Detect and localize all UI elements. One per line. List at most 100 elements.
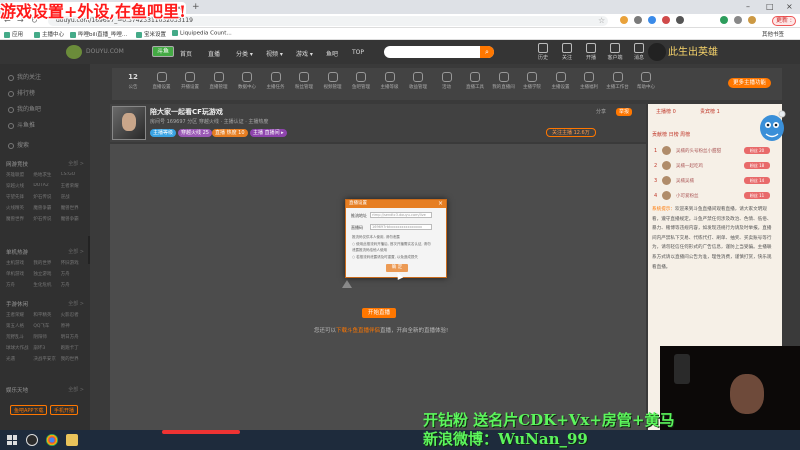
- game-link[interactable]: 魔兽争霸: [61, 216, 86, 222]
- search-icon[interactable]: ⌕: [480, 46, 494, 58]
- game-link[interactable]: 跑跑卡丁: [61, 345, 86, 351]
- game-link[interactable]: 炉石传说: [33, 194, 58, 200]
- bookmark-item[interactable]: Liquipedia Count...: [172, 30, 232, 37]
- game-link[interactable]: 单机游戏: [6, 271, 31, 277]
- game-link[interactable]: 火影忍者: [61, 312, 86, 318]
- tab-anchor-rank[interactable]: 主播榜 0: [656, 108, 676, 115]
- more-features-button[interactable]: 更多主播功能: [728, 78, 772, 88]
- sidebar-item-yuba[interactable]: 我的鱼吧: [8, 104, 41, 113]
- chrome-icon[interactable]: [46, 434, 58, 446]
- mobile-stream-button[interactable]: 手机开播: [50, 405, 79, 415]
- extensions-menu-icon[interactable]: [734, 16, 742, 24]
- sidebar-item-search[interactable]: 搜索: [8, 140, 29, 149]
- extension-icon[interactable]: [648, 16, 656, 24]
- bookmark-item[interactable]: 哔哩bili直播_哔哩...: [70, 30, 127, 38]
- site-logo[interactable]: DOUYU.COM 斗鱼: [66, 45, 186, 59]
- start-live-button[interactable]: 开始直播: [362, 308, 397, 318]
- game-link[interactable]: 魔兽世界: [61, 205, 86, 211]
- download-link[interactable]: 下载斗鱼直播伴侣: [336, 328, 380, 334]
- room-tag[interactable]: 穿越火线 25: [178, 129, 212, 137]
- minimize-icon[interactable]: –: [746, 2, 750, 11]
- folder-icon[interactable]: [66, 434, 78, 446]
- nav-home[interactable]: 首页: [180, 49, 192, 58]
- category-item[interactable]: 帮助中心: [629, 72, 663, 90]
- nav-yuba[interactable]: 鱼吧: [326, 49, 338, 58]
- room-tag[interactable]: 直播 热度 10: [212, 129, 248, 137]
- dialog-option[interactable]: ○ 若推流码泄露请及时重置, 以免造成损失: [352, 255, 418, 260]
- windows-logo-icon[interactable]: [7, 435, 17, 445]
- game-link[interactable]: 绝地求生: [33, 172, 58, 178]
- video-player[interactable]: [110, 144, 646, 430]
- profile-icon[interactable]: [720, 16, 728, 24]
- game-link[interactable]: 和平精英: [33, 312, 58, 318]
- rank-row[interactable]: 2 吴楠一起吃鸡 粉丝 18: [652, 160, 778, 172]
- section-more-link[interactable]: 全部 >: [68, 248, 84, 255]
- game-link[interactable]: 明日方舟: [61, 334, 86, 340]
- section-more-link[interactable]: 全部 >: [68, 300, 84, 307]
- obs-icon[interactable]: [26, 434, 38, 446]
- room-tag[interactable]: 主播等级: [150, 129, 177, 137]
- game-link[interactable]: 方舟: [6, 282, 31, 288]
- game-link[interactable]: 王者荣耀: [6, 312, 31, 318]
- follow-icon[interactable]: 关注: [554, 43, 580, 61]
- app-download-button[interactable]: 鱼吧APP下载: [10, 405, 48, 415]
- bookmark-item[interactable]: 主播中心: [34, 30, 64, 38]
- extension-icon[interactable]: [620, 16, 628, 24]
- rank-row[interactable]: 1 吴楠的头号粉丝小甜甜 粉丝 20: [652, 145, 778, 157]
- extension-icon[interactable]: [634, 16, 642, 24]
- game-link[interactable]: CS:GO: [61, 172, 86, 178]
- game-link[interactable]: 英雄联盟: [6, 172, 31, 178]
- game-link[interactable]: 荒野乱斗: [6, 334, 31, 340]
- bookmark-item[interactable]: 应用: [4, 30, 23, 38]
- other-bookmarks[interactable]: 其他书签: [762, 30, 784, 38]
- game-link[interactable]: 守望先锋: [6, 194, 31, 200]
- game-link[interactable]: 阴阳师: [33, 334, 58, 340]
- star-icon[interactable]: ☆: [598, 16, 605, 25]
- section-more-link[interactable]: 全部 >: [68, 160, 84, 167]
- nav-top[interactable]: TOP: [352, 49, 364, 56]
- rank-row[interactable]: 3 吴楠吴楠 粉丝 14: [652, 175, 778, 187]
- game-link[interactable]: 魔兽争霸: [33, 205, 58, 211]
- search-input[interactable]: ⌕: [384, 46, 494, 58]
- close-window-icon[interactable]: ×: [786, 2, 793, 11]
- rtmp-url-field[interactable]: rtmp://sendtc3.douyu.com/live: [370, 212, 432, 218]
- history-icon[interactable]: 历史: [530, 43, 556, 61]
- game-link[interactable]: QQ飞车: [33, 323, 58, 329]
- avatar[interactable]: [748, 16, 756, 24]
- sidebar-item-rank[interactable]: 排行榜: [8, 88, 35, 97]
- tab-vip-rank[interactable]: 贵宾榜 1: [700, 108, 720, 115]
- game-link[interactable]: 我的世界: [33, 260, 58, 266]
- game-link[interactable]: 我的世界: [61, 356, 86, 362]
- avatar[interactable]: [112, 106, 146, 140]
- game-link[interactable]: 逆战: [61, 194, 86, 200]
- sidebar-item-follow[interactable]: 我的关注: [8, 72, 41, 81]
- maximize-icon[interactable]: □: [766, 2, 774, 11]
- client-icon[interactable]: 客户端: [602, 43, 628, 61]
- share-link[interactable]: 分享: [596, 108, 606, 115]
- extension-icon[interactable]: [662, 16, 670, 24]
- update-badge[interactable]: 更新 :: [772, 16, 796, 26]
- confirm-button[interactable]: 确 定: [386, 264, 408, 272]
- game-link[interactable]: 魔兽世界: [6, 216, 31, 222]
- new-tab-button[interactable]: +: [192, 2, 200, 12]
- game-link[interactable]: 球球大作战: [6, 345, 31, 351]
- sidebar-item-recommend[interactable]: 斗鱼推: [8, 120, 35, 129]
- game-link[interactable]: 独立游戏: [33, 271, 58, 277]
- stream-key-field[interactable]: 169697rbkxxxxxxxxxxxxxxx: [370, 224, 432, 230]
- game-link[interactable]: 第五人格: [6, 323, 31, 329]
- bookmark-item[interactable]: 宝米设置: [136, 30, 166, 38]
- room-tag[interactable]: 主播 直播间 ▸: [250, 129, 287, 137]
- section-more-link[interactable]: 全部 >: [68, 386, 84, 393]
- nav-live[interactable]: 直播: [208, 49, 220, 58]
- game-link[interactable]: 穿越火线: [6, 183, 31, 189]
- game-link[interactable]: 决战平安京: [33, 356, 58, 362]
- game-link[interactable]: 原神: [61, 323, 86, 329]
- broadcast-icon[interactable]: 开播: [578, 43, 604, 61]
- game-link[interactable]: 怀旧游戏: [61, 260, 86, 266]
- game-link[interactable]: 方舟: [61, 282, 86, 288]
- follow-button[interactable]: 关注主播 12.6万: [546, 128, 596, 137]
- game-link[interactable]: 生化危机: [33, 282, 58, 288]
- game-link[interactable]: 火线精英: [6, 205, 31, 211]
- report-button[interactable]: 举报: [616, 108, 633, 116]
- dialog-option[interactable]: ○ 使用此推流码开播后, 首次开播需实名认证, 请勿: [352, 242, 431, 247]
